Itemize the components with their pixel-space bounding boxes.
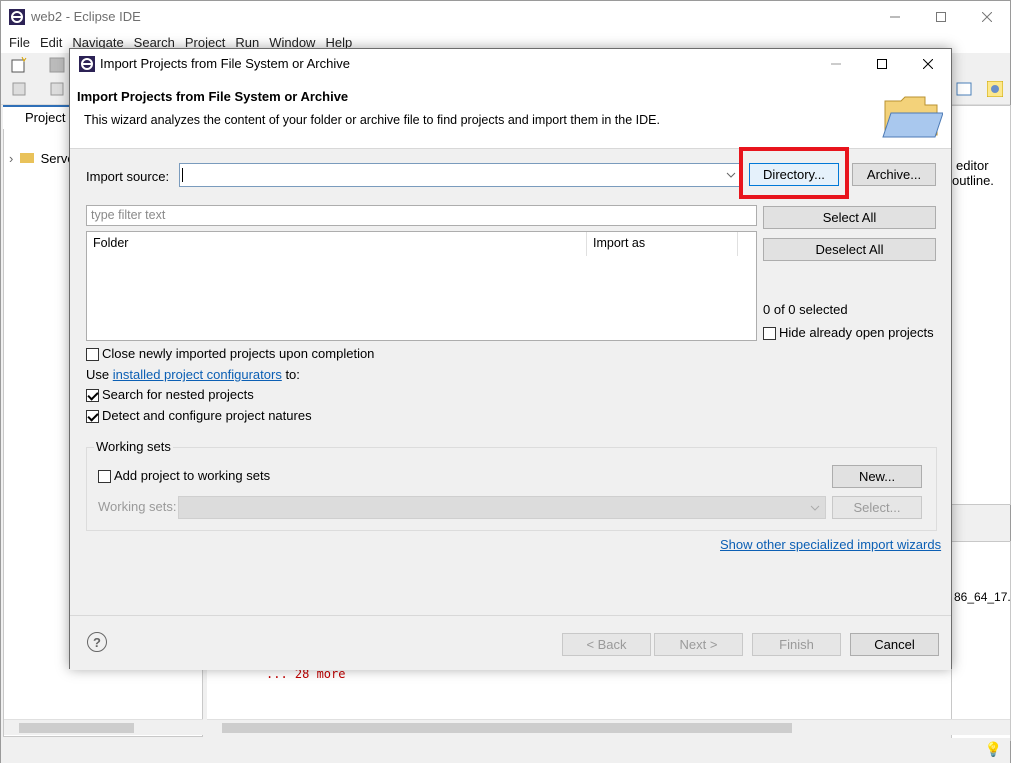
working-sets-combo[interactable] — [178, 496, 826, 519]
path-fragment: 86_64_17.0 — [954, 590, 1011, 604]
lightbulb-icon[interactable]: 💡 — [985, 741, 1002, 758]
left-horizontal-scrollbar[interactable] — [4, 719, 203, 735]
menu-file[interactable]: File — [9, 33, 30, 53]
add-to-working-sets-checkbox[interactable] — [98, 470, 111, 483]
wizard-description: This wizard analyzes the content of your… — [84, 113, 660, 127]
detect-natures-label[interactable]: Detect and configure project natures — [102, 408, 312, 423]
chevron-down-icon[interactable] — [726, 168, 736, 182]
column-separator[interactable] — [737, 232, 738, 256]
wizard-header: Import Projects from File System or Arch… — [70, 79, 951, 149]
installed-configurators-link[interactable]: installed project configurators — [113, 367, 282, 382]
java-ee-perspective-icon[interactable] — [987, 81, 1003, 97]
close-button[interactable] — [964, 1, 1010, 33]
help-icon[interactable]: ? — [87, 632, 107, 652]
maximize-icon — [877, 59, 887, 69]
working-sets-label: Working sets: — [98, 499, 177, 514]
perspective-icon[interactable] — [956, 81, 972, 97]
project-explorer-tab-label: Project — [25, 110, 66, 125]
hide-open-projects-label[interactable]: Hide already open projects — [779, 325, 934, 340]
title-bar: web2 - Eclipse IDE — [1, 1, 1010, 33]
window-title: web2 - Eclipse IDE — [31, 9, 141, 24]
search-nested-checkbox[interactable] — [86, 389, 99, 402]
back-button[interactable]: < Back — [562, 633, 651, 656]
dialog-minimize-button[interactable] — [813, 49, 859, 79]
archive-button[interactable]: Archive... — [852, 163, 936, 186]
close-imported-checkbox[interactable] — [86, 348, 99, 361]
outline-message-line2: outline. — [952, 173, 994, 188]
cancel-button[interactable]: Cancel — [850, 633, 939, 656]
save-icon[interactable] — [49, 57, 65, 73]
configurators-sentence: Use installed project configurators to: — [86, 367, 300, 382]
use-prefix: Use — [86, 367, 113, 382]
search-nested-label[interactable]: Search for nested projects — [102, 387, 254, 402]
projects-table[interactable]: Folder Import as — [86, 231, 757, 341]
select-working-sets-button[interactable]: Select... — [832, 496, 922, 519]
dialog-title-bar: Import Projects from File System or Arch… — [70, 49, 951, 79]
use-suffix: to: — [281, 367, 300, 382]
text-cursor — [182, 168, 183, 182]
eclipse-logo-icon — [79, 56, 95, 72]
close-icon — [982, 12, 992, 22]
dialog-close-button[interactable] — [905, 49, 951, 79]
dialog-title: Import Projects from File System or Arch… — [100, 56, 350, 71]
project-tree: › Serve — [9, 151, 75, 166]
finish-button[interactable]: Finish — [752, 633, 841, 656]
project-explorer-tab[interactable]: Project — [3, 105, 73, 129]
minimize-icon — [831, 63, 841, 65]
maximize-button[interactable] — [918, 1, 964, 33]
column-header-import-as[interactable]: Import as — [587, 232, 737, 256]
wizard-heading: Import Projects from File System or Arch… — [77, 89, 349, 104]
detect-natures-checkbox[interactable] — [86, 410, 99, 423]
deselect-all-button[interactable]: Deselect All — [763, 238, 936, 261]
new-working-set-button[interactable]: New... — [832, 465, 922, 488]
add-to-working-sets-label[interactable]: Add project to working sets — [114, 468, 270, 483]
minimize-button[interactable] — [872, 1, 918, 33]
import-projects-dialog: Import Projects from File System or Arch… — [69, 48, 952, 670]
chevron-down-icon — [810, 505, 820, 511]
close-icon — [923, 59, 933, 69]
close-imported-label[interactable]: Close newly imported projects upon compl… — [102, 346, 374, 361]
select-all-button[interactable]: Select All — [763, 206, 936, 229]
debug-icon[interactable] — [11, 81, 27, 97]
run-icon[interactable] — [49, 81, 65, 97]
open-folder-icon — [882, 96, 943, 138]
next-button[interactable]: Next > — [654, 633, 743, 656]
selected-count: 0 of 0 selected — [763, 302, 848, 317]
other-import-wizards-link[interactable]: Show other specialized import wizards — [720, 537, 941, 552]
servers-panel: 86_64_17.0 — [951, 541, 1011, 741]
console-horizontal-scrollbar[interactable] — [207, 719, 1010, 735]
outline-panel: editor outline. — [951, 105, 1011, 505]
minimize-icon — [890, 16, 900, 18]
scrollbar-thumb[interactable] — [222, 723, 792, 733]
hide-open-projects-checkbox[interactable] — [763, 327, 776, 340]
new-wizard-icon[interactable] — [11, 57, 27, 73]
eclipse-logo-icon — [9, 9, 25, 25]
maximize-icon — [936, 12, 946, 22]
column-header-folder[interactable]: Folder — [87, 232, 587, 256]
import-source-combo[interactable] — [179, 163, 741, 187]
folder-icon — [19, 153, 34, 163]
outline-message-line1: editor — [956, 158, 989, 173]
filter-input[interactable]: type filter text — [86, 205, 757, 226]
working-sets-group-title: Working sets — [94, 439, 173, 454]
import-source-label: Import source: — [86, 169, 170, 184]
dialog-maximize-button[interactable] — [859, 49, 905, 79]
status-bar: 💡 — [1, 738, 1010, 763]
scrollbar-thumb[interactable] — [19, 723, 134, 733]
highlight-annotation — [739, 147, 849, 199]
chevron-right-icon[interactable]: › — [9, 151, 13, 166]
menu-edit[interactable]: Edit — [40, 33, 62, 53]
